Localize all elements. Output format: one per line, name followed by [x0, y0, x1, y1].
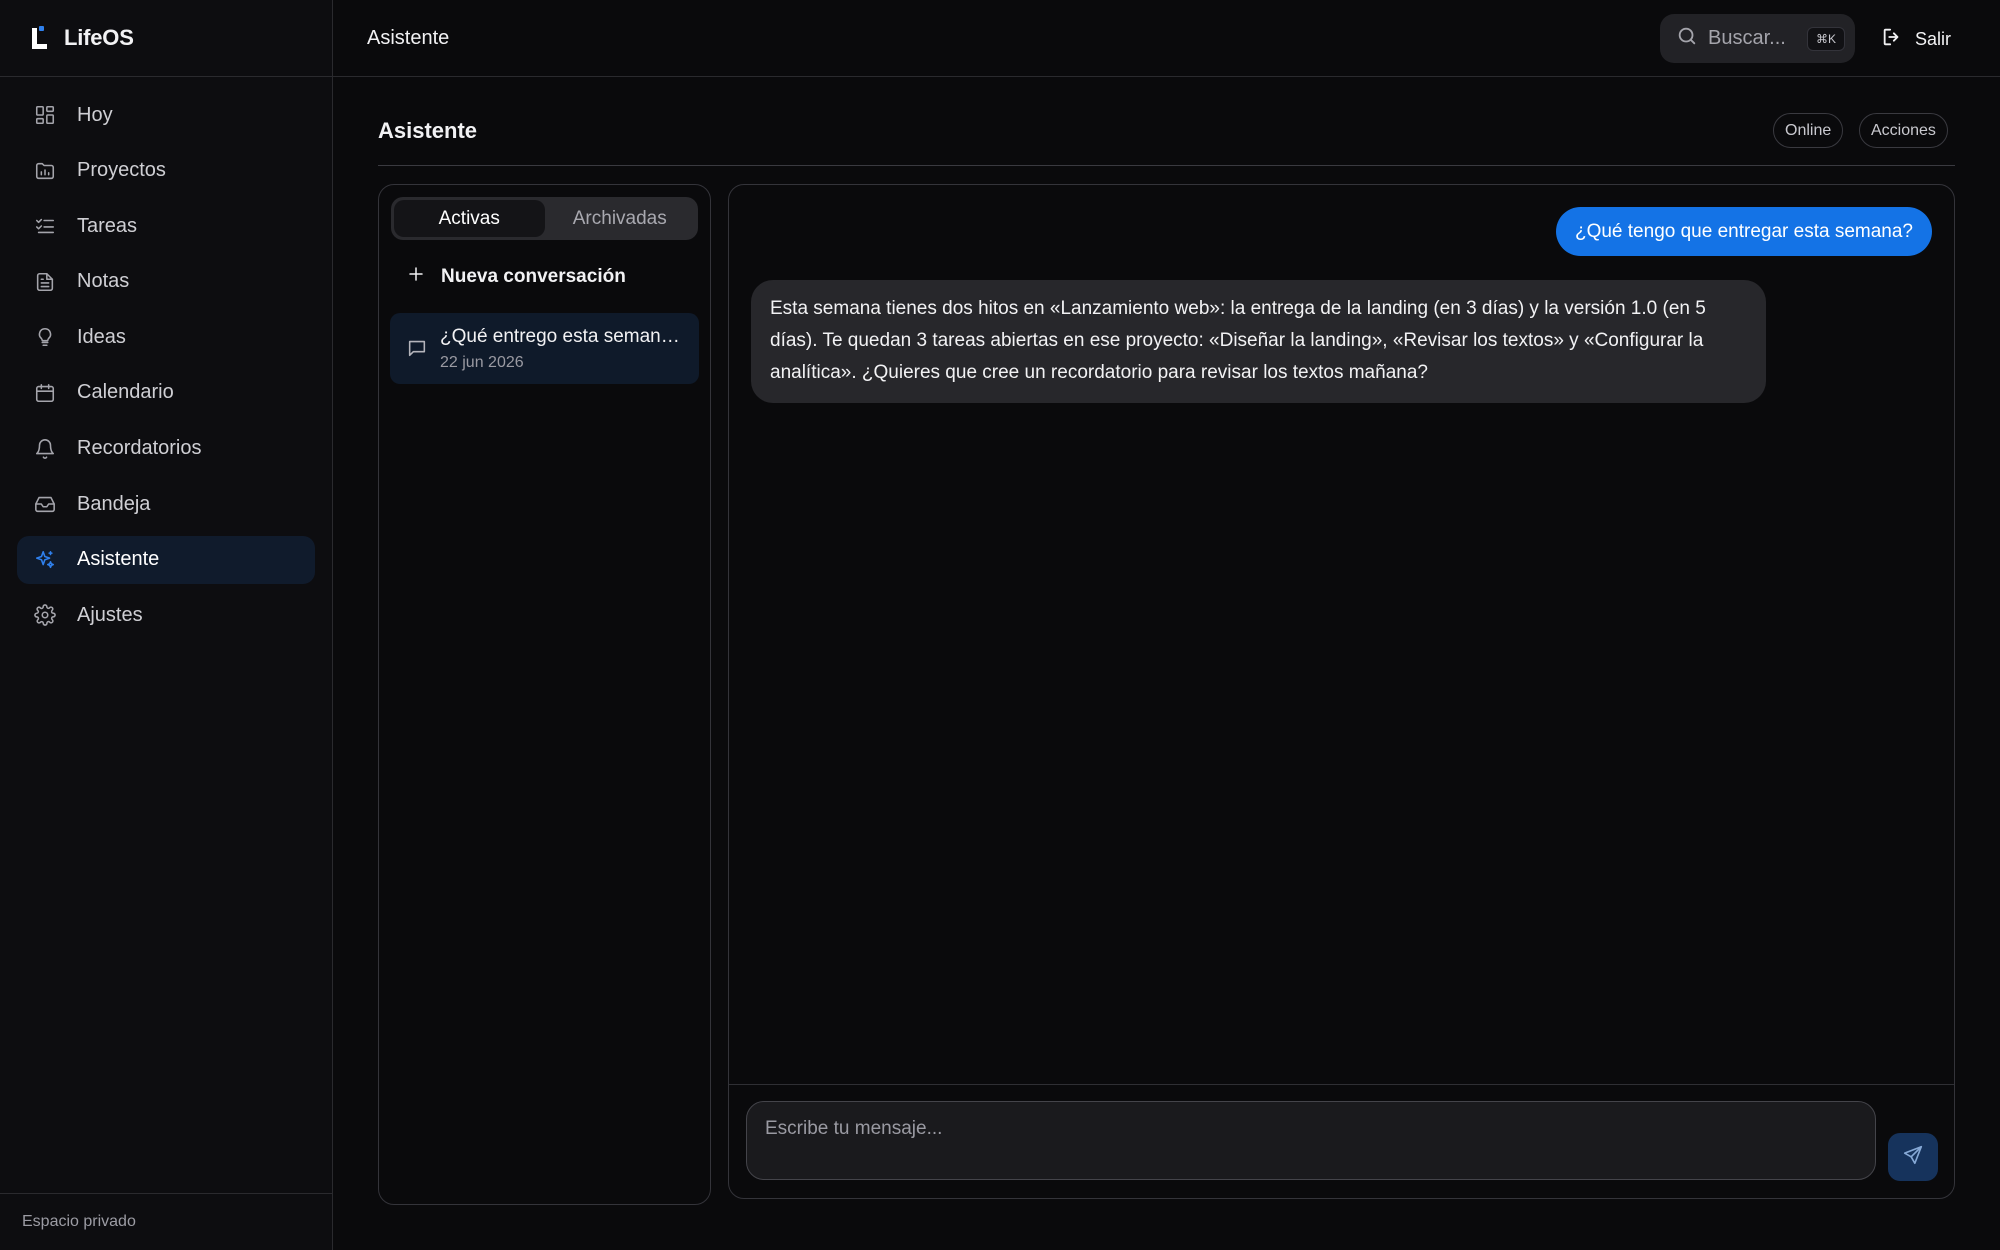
- sidebar-item-tareas[interactable]: Tareas: [17, 202, 315, 250]
- sidebar-item-asistente[interactable]: Asistente: [17, 535, 315, 584]
- sidebar-item-hoy[interactable]: Hoy: [17, 91, 315, 139]
- sidebar-item-bandeja[interactable]: Bandeja: [17, 480, 315, 528]
- lifeos-logo-icon: [30, 25, 50, 51]
- logout-icon: [1881, 26, 1903, 53]
- sparkles-icon: [33, 548, 57, 572]
- conversation-date: 22 jun 2026: [440, 354, 524, 371]
- chat-bubble-icon: [406, 337, 428, 364]
- sidebar-nav: Hoy Proyectos Tareas Notas Ideas Calenda…: [0, 77, 332, 661]
- sidebar-item-label: Proyectos: [77, 159, 166, 182]
- sidebar-item-notas[interactable]: Notas: [17, 258, 315, 306]
- search-input[interactable]: Buscar... ⌘K: [1660, 14, 1855, 63]
- sidebar: LifeOS Hoy Proyectos Tareas Notas Ideas …: [0, 0, 333, 1250]
- sidebar-item-label: Ideas: [77, 325, 126, 348]
- plus-icon: [407, 265, 425, 289]
- calendar-icon: [33, 381, 57, 405]
- tab-archivadas[interactable]: Archivadas: [545, 200, 696, 237]
- topbar-title: Asistente: [367, 26, 450, 49]
- search-icon: [1676, 25, 1698, 53]
- message-input[interactable]: Escribe tu mensaje...: [746, 1101, 1876, 1180]
- sidebar-item-proyectos[interactable]: Proyectos: [17, 147, 315, 195]
- page-title: Asistente: [378, 118, 478, 143]
- conversations-panel: Activas Archivadas Nueva conversación ¿Q…: [378, 184, 711, 1205]
- sidebar-item-label: Ajustes: [77, 603, 143, 626]
- page-divider: [378, 165, 1955, 166]
- status-badge: Online: [1773, 113, 1844, 148]
- composer-divider: [729, 1084, 1954, 1085]
- document-icon: [33, 270, 57, 294]
- folder-chart-icon: [33, 159, 57, 183]
- logout-label: Salir: [1915, 29, 1952, 49]
- sidebar-item-label: Asistente: [77, 548, 160, 571]
- new-conversation-label: Nueva conversación: [441, 266, 626, 287]
- bell-icon: [33, 437, 57, 461]
- actions-button[interactable]: Acciones: [1859, 113, 1948, 148]
- topbar: Asistente Buscar... ⌘K Salir: [333, 0, 2000, 77]
- sidebar-item-label: Hoy: [77, 103, 113, 126]
- app-root: LifeOS Hoy Proyectos Tareas Notas Ideas …: [0, 0, 2000, 1250]
- inbox-icon: [33, 492, 57, 516]
- lightbulb-icon: [33, 325, 57, 349]
- sidebar-item-label: Notas: [77, 270, 130, 293]
- sidebar-item-ajustes[interactable]: Ajustes: [17, 591, 315, 639]
- sidebar-item-label: Recordatorios: [77, 437, 202, 460]
- workspace-label: Espacio privado: [0, 1193, 333, 1250]
- logout-button[interactable]: Salir: [1881, 26, 1951, 53]
- chat-panel: ¿Qué tengo que entregar esta semana? Est…: [728, 184, 1955, 1199]
- dashboard-grid-icon: [33, 103, 57, 127]
- conversation-title: ¿Qué entrego esta semana?: [440, 326, 680, 347]
- assistant-message: Esta semana tienes dos hitos en «Lanzami…: [751, 280, 1766, 403]
- search-shortcut-badge: ⌘K: [1806, 27, 1845, 51]
- conversation-item[interactable]: ¿Qué entrego esta semana? 22 jun 2026: [390, 313, 699, 384]
- brand[interactable]: LifeOS: [0, 0, 332, 77]
- tab-activas[interactable]: Activas: [394, 200, 545, 237]
- sidebar-item-recordatorios[interactable]: Recordatorios: [17, 425, 315, 473]
- send-button[interactable]: [1888, 1133, 1938, 1181]
- new-conversation-button[interactable]: Nueva conversación: [407, 265, 626, 289]
- sidebar-item-calendario[interactable]: Calendario: [17, 369, 315, 417]
- checklist-icon: [33, 214, 57, 238]
- send-icon: [1902, 1144, 1924, 1171]
- conversation-tabs: Activas Archivadas: [391, 197, 698, 240]
- sidebar-item-label: Tareas: [77, 214, 138, 237]
- search-placeholder: Buscar...: [1708, 27, 1786, 49]
- sidebar-item-label: Calendario: [77, 381, 174, 404]
- sidebar-item-ideas[interactable]: Ideas: [17, 313, 315, 361]
- gear-icon: [33, 603, 57, 627]
- app-name: LifeOS: [64, 25, 134, 50]
- sidebar-item-label: Bandeja: [77, 492, 151, 515]
- user-message: ¿Qué tengo que entregar esta semana?: [1555, 207, 1932, 256]
